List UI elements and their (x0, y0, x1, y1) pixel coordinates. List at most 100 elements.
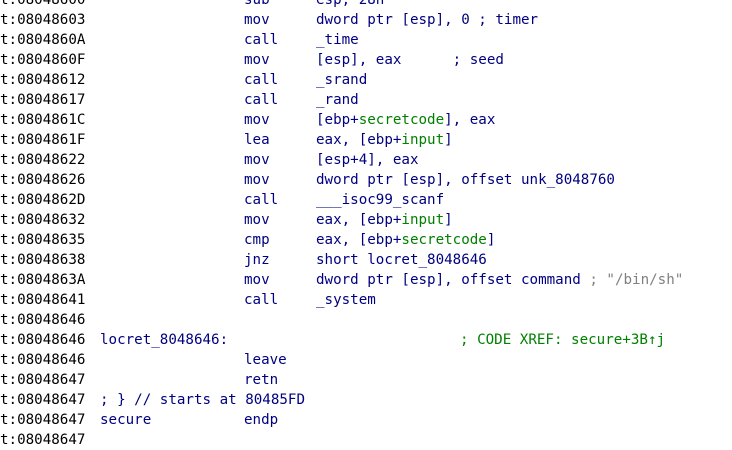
operand-text: [esp], eax (316, 52, 402, 68)
instruction-operands: _srand (316, 70, 367, 90)
listing-line[interactable]: t:0804860A call _time (0, 30, 732, 50)
stack-variable-name[interactable]: secretcode (359, 112, 444, 128)
listing-line[interactable]: t:0804861C mov [ebp+secretcode], eax (0, 110, 732, 130)
operand-text: dword ptr [esp], 0 ; timer (316, 12, 539, 28)
listing-line[interactable]: t:08048632 mov eax, [ebp+input] (0, 210, 732, 230)
instruction-mnemonic: jnz (244, 252, 270, 268)
instruction-mnemonic: sub (244, 0, 270, 8)
disassembly-listing[interactable]: t:08048600 sub esp, 28h t:08048603 mov dword … (0, 0, 732, 450)
line-address: t:08048632 (0, 212, 86, 228)
listing-line[interactable]: t:08048641 call _system (0, 290, 732, 310)
instruction-operands: _system (316, 290, 376, 310)
instruction-operands: [esp], eax ; seed (316, 50, 504, 70)
listing-line[interactable]: t:08048626 mov dword ptr [esp], offset unk… (0, 170, 732, 190)
listing-line[interactable]: t:08048647 secure endp (0, 410, 732, 430)
line-address: t:08048646 (0, 312, 86, 328)
instruction-operands: short locret_8048646 (316, 250, 487, 270)
listing-line[interactable]: t:08048647 retn (0, 370, 732, 390)
operand-text: _time (316, 32, 359, 48)
operand-text: ] (444, 212, 453, 228)
line-address: t:08048647 (0, 392, 86, 408)
operand-text: [esp+4], eax (316, 152, 419, 168)
operand-text: dword ptr [esp], offset unk_8048760 (316, 172, 615, 188)
operand-text: eax, [ebp+ (316, 132, 402, 148)
line-address: t:0804861F (0, 132, 86, 148)
instruction-mnemonic: mov (244, 272, 270, 288)
listing-line[interactable]: t:08048635 cmp eax, [ebp+secretcode] (0, 230, 732, 250)
operand-text: eax, [ebp+ (316, 212, 402, 228)
instruction-operands: eax, [ebp+secretcode] (316, 230, 495, 250)
instruction-mnemonic: leave (244, 352, 287, 368)
code-label[interactable]: locret_8048646: (100, 330, 228, 350)
code-label[interactable]: secure (100, 410, 151, 430)
instruction-mnemonic: call (244, 72, 279, 88)
line-address: t:0804862D (0, 192, 86, 208)
listing-line[interactable]: t:08048647 ; } // starts at 80485FD (0, 390, 732, 410)
line-address: t:08048638 (0, 252, 86, 268)
operand-text: ___isoc99_scanf (316, 192, 445, 208)
instruction-mnemonic: call (244, 92, 279, 108)
instruction-operands: ___isoc99_scanf (316, 190, 444, 210)
instruction-operands: dword ptr [esp], offset unk_8048760 (316, 170, 615, 190)
instruction-mnemonic: mov (244, 112, 270, 128)
instruction-mnemonic: endp (244, 412, 279, 428)
operand-text: [ebp+ (316, 112, 359, 128)
listing-line[interactable]: t:0804863A mov dword ptr [esp], offset com… (0, 270, 732, 290)
line-address: t:08048647 (0, 432, 86, 448)
instruction-operands: [ebp+secretcode], eax (316, 110, 495, 130)
operand-text: ] (444, 132, 453, 148)
line-comment: ; "/bin/sh" (580, 272, 684, 288)
listing-line[interactable]: t:0804860F mov [esp], eax ; seed (0, 50, 732, 70)
instruction-mnemonic: mov (244, 172, 270, 188)
listing-line[interactable]: t:08048647 (0, 430, 732, 450)
operand-text: _srand (316, 72, 368, 88)
operand-text: short locret_8048646 (316, 252, 487, 268)
instruction-operands: esp, 28h (316, 0, 384, 10)
line-address: t:08048622 (0, 152, 86, 168)
instruction-operands: eax, [ebp+input] (316, 130, 453, 150)
operand-text: _rand (316, 92, 359, 108)
operand-text: ] (486, 232, 496, 248)
instruction-mnemonic: cmp (244, 232, 270, 248)
listing-line[interactable]: t:08048646 leave (0, 350, 732, 370)
instruction-operands: dword ptr [esp], 0 ; timer (316, 10, 538, 30)
instruction-operands: [esp+4], eax (316, 150, 419, 170)
function-end-comment: ; } // starts at 80485FD (100, 392, 305, 408)
listing-line[interactable]: t:0804862D call ___isoc99_scanf (0, 190, 732, 210)
line-address: t:08048635 (0, 232, 86, 248)
instruction-mnemonic: lea (244, 132, 270, 148)
instruction-operands: _time (316, 30, 359, 50)
operand-text: esp, 28h (316, 0, 385, 8)
instruction-mnemonic: mov (244, 52, 270, 68)
listing-line[interactable]: t:08048603 mov dword ptr [esp], 0 ; timer (0, 10, 732, 30)
instruction-mnemonic: call (244, 292, 279, 308)
listing-line[interactable]: t:0804861F lea eax, [ebp+input] (0, 130, 732, 150)
line-address: t:08048646 (0, 332, 86, 348)
instruction-mnemonic: call (244, 32, 279, 48)
operand-text: _system (316, 292, 376, 308)
line-address: t:08048647 (0, 372, 86, 388)
listing-line[interactable]: t:08048600 sub esp, 28h (0, 0, 732, 10)
stack-variable-name[interactable]: input (401, 212, 444, 228)
instruction-mnemonic: mov (244, 152, 270, 168)
operand-text: ], eax (444, 112, 496, 128)
line-address: t:0804860F (0, 52, 86, 68)
instruction-operands: dword ptr [esp], offset command ; "/bin/… (316, 270, 683, 290)
listing-line[interactable]: t:08048617 call _rand (0, 90, 732, 110)
code-xref-comment[interactable]: ; CODE XREF: secure+3B↑j (460, 330, 665, 350)
line-address: t:08048600 (0, 0, 86, 8)
stack-variable-name[interactable]: input (401, 132, 444, 148)
operand-text: ; seed (401, 52, 504, 68)
operand-text: eax, [ebp+ (316, 232, 402, 248)
listing-line[interactable]: t:08048612 call _srand (0, 70, 732, 90)
listing-line[interactable]: t:08048638 jnz short locret_8048646 (0, 250, 732, 270)
listing-line[interactable]: t:08048646 (0, 310, 732, 330)
listing-line[interactable]: t:08048646 locret_8048646: ; CODE XREF: se… (0, 330, 732, 350)
instruction-operands: eax, [ebp+input] (316, 210, 453, 230)
listing-line[interactable]: t:08048622 mov [esp+4], eax (0, 150, 732, 170)
line-address: t:08048646 (0, 352, 86, 368)
line-address: t:08048626 (0, 172, 86, 188)
stack-variable-name[interactable]: secretcode (401, 232, 486, 248)
instruction-mnemonic: mov (244, 12, 270, 28)
line-address: t:0804861C (0, 112, 86, 128)
